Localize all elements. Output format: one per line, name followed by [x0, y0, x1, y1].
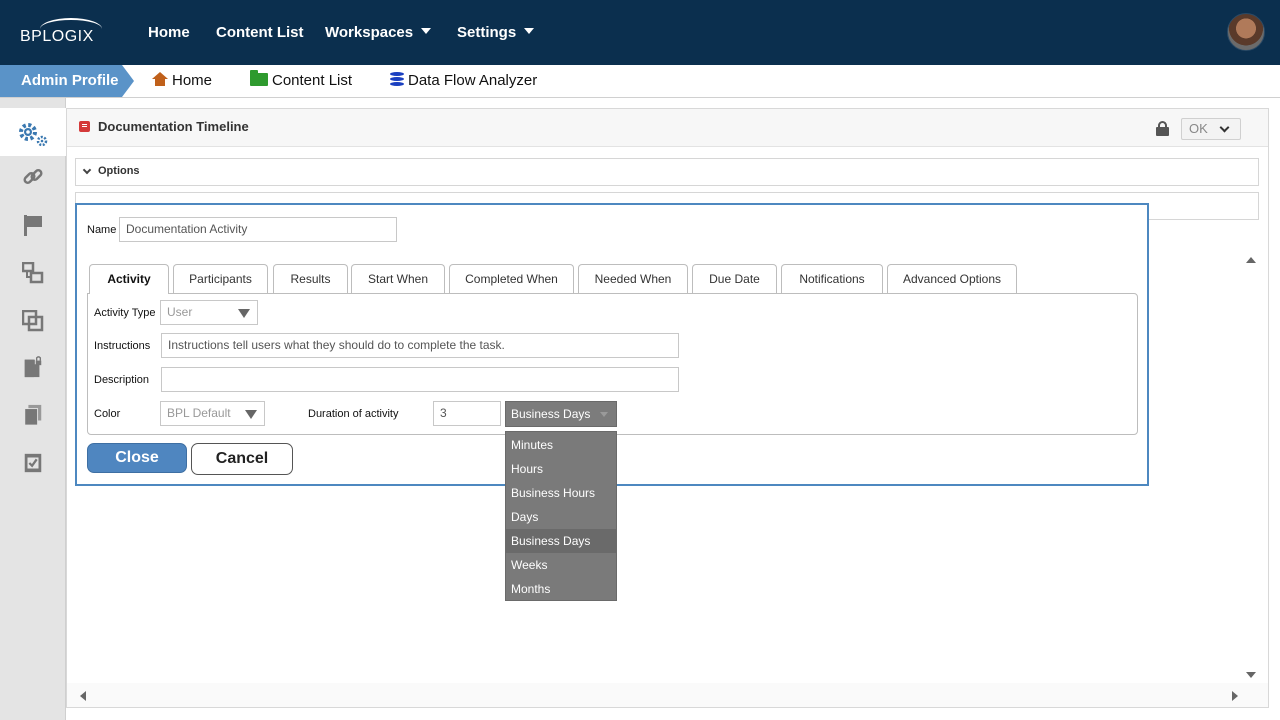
panel-header: Documentation Timeline OK	[67, 109, 1268, 147]
name-label: Name	[87, 224, 117, 236]
sidebar-item-properties[interactable]	[0, 108, 66, 156]
scroll-left-arrow[interactable]	[80, 691, 86, 701]
locked-document-icon[interactable]	[22, 356, 44, 378]
horizontal-scrollbar[interactable]	[67, 683, 1268, 707]
ok-button[interactable]: OK	[1181, 118, 1241, 140]
page-title: Documentation Timeline	[98, 119, 249, 134]
ok-button-label: OK	[1189, 121, 1208, 136]
copy-icon[interactable]	[22, 310, 44, 332]
tab-participants[interactable]: Participants	[173, 264, 268, 293]
dropdown-arrow-icon	[245, 410, 257, 419]
color-value: BPL Default	[167, 406, 231, 420]
duration-unit-select[interactable]: Business Days	[505, 401, 617, 427]
color-label: Color	[94, 408, 121, 420]
options-section[interactable]: Options	[75, 158, 1259, 186]
chevron-down-icon	[1219, 122, 1230, 133]
activity-type-label: Activity Type	[94, 307, 156, 319]
description-label: Description	[94, 374, 150, 386]
activity-type-select[interactable]: User	[160, 300, 258, 325]
dropdown-arrow-icon	[600, 412, 608, 417]
cancel-button[interactable]: Cancel	[191, 443, 293, 475]
scroll-right-arrow[interactable]	[1232, 691, 1238, 701]
tab-completed-when[interactable]: Completed When	[449, 264, 574, 293]
lock-icon[interactable]	[1156, 121, 1169, 136]
left-sidebar	[0, 98, 66, 720]
tab-activity[interactable]: Activity	[89, 264, 169, 294]
home-icon	[152, 72, 168, 87]
option-minutes[interactable]: Minutes	[506, 433, 616, 457]
tab-results[interactable]: Results	[273, 264, 348, 293]
gears-icon	[19, 123, 48, 147]
user-avatar[interactable]	[1227, 13, 1265, 51]
dropdown-arrow-icon	[238, 309, 250, 318]
database-icon	[390, 71, 404, 87]
tab-notifications[interactable]: Notifications	[781, 264, 883, 293]
name-field[interactable]: Documentation Activity	[119, 217, 397, 242]
breadcrumb-admin-profile[interactable]: Admin Profile	[0, 65, 122, 97]
instructions-field[interactable]: Instructions tell users what they should…	[161, 333, 679, 358]
breadcrumb-home[interactable]: Home	[152, 72, 212, 89]
breadcrumb-content-list-label: Content List	[272, 72, 353, 89]
instructions-label: Instructions	[94, 340, 151, 352]
duration-label: Duration of activity	[308, 408, 399, 420]
chevron-down-icon	[82, 165, 92, 175]
nav-settings[interactable]: Settings	[457, 24, 535, 41]
tab-needed-when[interactable]: Needed When	[578, 264, 688, 293]
nav-workspaces-label: Workspaces	[325, 24, 414, 41]
option-months[interactable]: Months	[506, 577, 616, 601]
chevron-down-icon	[421, 28, 432, 35]
documents-icon[interactable]	[22, 404, 44, 426]
chevron-down-icon	[524, 28, 535, 35]
scroll-up-arrow[interactable]	[1246, 257, 1256, 263]
bplogix-logo[interactable]: BPLOGIX	[18, 18, 108, 48]
nav-workspaces[interactable]: Workspaces	[325, 24, 432, 41]
options-label: Options	[98, 165, 140, 177]
breadcrumb-arrow	[122, 65, 134, 97]
tab-due-date[interactable]: Due Date	[692, 264, 777, 293]
option-business-hours[interactable]: Business Hours	[506, 481, 616, 505]
duration-unit-value: Business Days	[511, 407, 591, 421]
activity-type-value: User	[167, 305, 193, 319]
option-weeks[interactable]: Weeks	[506, 553, 616, 577]
option-hours[interactable]: Hours	[506, 457, 616, 481]
scroll-down-arrow[interactable]	[1246, 672, 1256, 678]
option-days[interactable]: Days	[506, 505, 616, 529]
breadcrumb-content-list[interactable]: Content List	[250, 69, 353, 89]
folder-icon	[250, 69, 268, 86]
logo-text: BPLOGIX	[20, 28, 94, 45]
checked-document-icon[interactable]	[22, 452, 44, 474]
description-field[interactable]	[161, 367, 679, 392]
close-button[interactable]: Close	[87, 443, 187, 473]
workflow-icon[interactable]	[22, 262, 44, 284]
color-select[interactable]: BPL Default	[160, 401, 265, 426]
option-business-days[interactable]: Business Days	[506, 529, 616, 553]
breadcrumb: Admin Profile Home Content List Data Flo…	[0, 65, 1280, 98]
link-icon[interactable]	[22, 166, 44, 188]
nav-home[interactable]: Home	[148, 24, 190, 41]
nav-content-list[interactable]: Content List	[216, 24, 304, 41]
flag-icon[interactable]	[22, 214, 44, 236]
nav-settings-label: Settings	[457, 24, 517, 41]
breadcrumb-data-flow-analyzer-label: Data Flow Analyzer	[408, 72, 538, 89]
tab-advanced-options[interactable]: Advanced Options	[887, 264, 1017, 293]
duration-field[interactable]: 3	[433, 401, 501, 426]
tab-start-when[interactable]: Start When	[351, 264, 445, 293]
duration-unit-options: Minutes Hours Business Hours Days Busine…	[505, 431, 617, 601]
breadcrumb-home-label: Home	[172, 72, 213, 89]
form-icon	[79, 121, 90, 132]
breadcrumb-data-flow-analyzer[interactable]: Data Flow Analyzer	[390, 71, 538, 89]
top-navigation-bar: BPLOGIX Home Content List Workspaces Set…	[0, 0, 1280, 65]
